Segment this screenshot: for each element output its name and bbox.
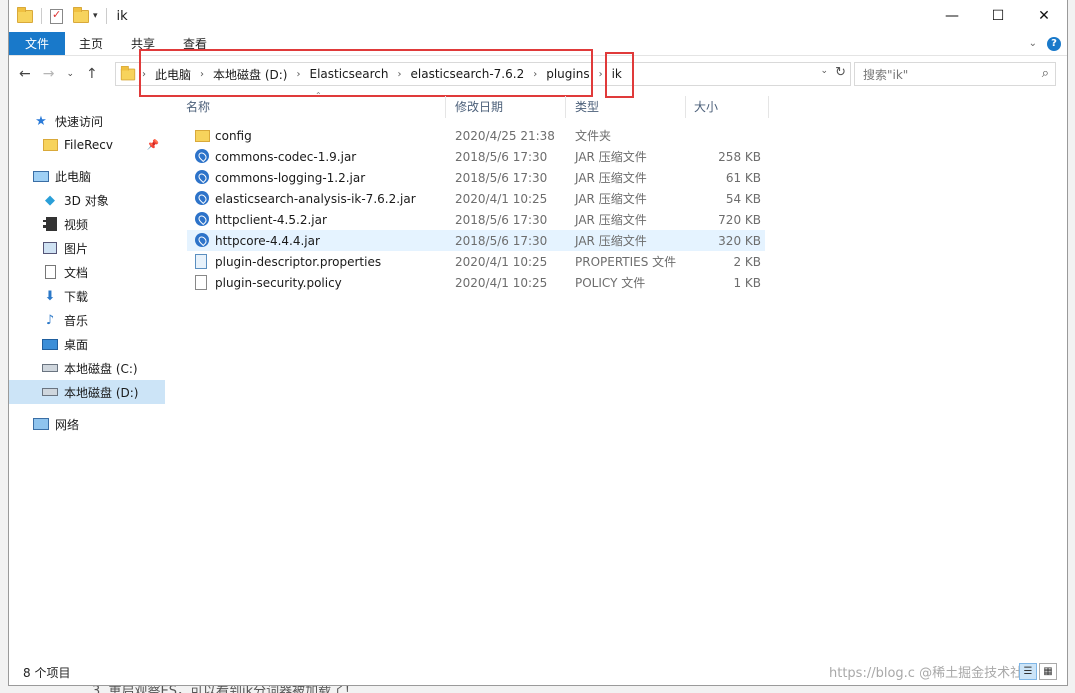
file-row-commons-codec[interactable]: commons-codec-1.9.jar 2018/5/6 17:30 JAR…: [187, 146, 765, 167]
video-icon: [42, 216, 58, 232]
file-row-plugin-descriptor[interactable]: plugin-descriptor.properties 2020/4/1 10…: [187, 251, 765, 272]
nav-item-downloads[interactable]: ⬇ 下载: [9, 284, 165, 308]
folder-icon: [195, 130, 210, 142]
computer-icon: [33, 168, 49, 184]
highlight-box-path: [139, 49, 593, 97]
tab-file[interactable]: 文件: [9, 32, 66, 55]
maximize-button[interactable]: ☐: [975, 0, 1021, 32]
nav-item-this-pc[interactable]: 此电脑: [9, 164, 165, 188]
file-row-elasticsearch-analysis-ik[interactable]: elasticsearch-analysis-ik-7.6.2.jar 2020…: [187, 188, 765, 209]
jar-icon: [195, 212, 209, 226]
refresh-icon[interactable]: ↻: [835, 65, 846, 80]
properties-file-icon: [195, 254, 207, 269]
file-row-httpcore[interactable]: httpcore-4.4.4.jar 2018/5/6 17:30 JAR 压缩…: [187, 230, 765, 251]
file-row-plugin-security[interactable]: plugin-security.policy 2020/4/1 10:25 PO…: [187, 272, 765, 293]
search-input[interactable]: 搜索"ik" ⌕: [854, 62, 1056, 86]
new-folder-icon[interactable]: [73, 6, 89, 23]
tab-home[interactable]: 主页: [65, 32, 117, 55]
close-button[interactable]: ✕: [1021, 0, 1067, 32]
recent-locations-chevron-icon[interactable]: ⌄: [66, 69, 74, 79]
large-icons-view-icon[interactable]: ▦: [1039, 663, 1057, 680]
file-row-httpclient[interactable]: httpclient-4.5.2.jar 2018/5/6 17:30 JAR …: [187, 209, 765, 230]
pictures-icon: [42, 240, 58, 256]
properties-icon[interactable]: [50, 8, 63, 24]
file-row-commons-logging[interactable]: commons-logging-1.2.jar 2018/5/6 17:30 J…: [187, 167, 765, 188]
navigation-pane: ★ 快速访问 FileRecv 📌 此电脑 ◆ 3D 对象 视频 图片 文档 ⬇…: [9, 92, 169, 652]
file-row-config[interactable]: config 2020/4/25 21:38 文件夹: [187, 125, 765, 146]
policy-file-icon: [195, 275, 207, 290]
nav-item-documents[interactable]: 文档: [9, 260, 165, 284]
navigation-buttons: ← → ⌄ ↑: [19, 66, 98, 82]
search-placeholder: 搜索"ik": [863, 67, 909, 82]
folder-icon: [42, 137, 58, 153]
jar-icon: [195, 149, 209, 163]
jar-icon: [195, 191, 209, 205]
jar-icon: [195, 233, 209, 247]
help-icon[interactable]: ?: [1047, 36, 1061, 51]
sort-indicator-icon: ⌃: [315, 91, 322, 100]
quick-access-toolbar: ▾: [17, 6, 111, 24]
nav-item-music[interactable]: ♪ 音乐: [9, 308, 165, 332]
column-header-type[interactable]: 类型: [575, 92, 599, 120]
column-header-size[interactable]: 大小: [694, 92, 718, 120]
nav-item-quick-access[interactable]: ★ 快速访问: [9, 109, 165, 133]
nav-item-3d-objects[interactable]: ◆ 3D 对象: [9, 188, 165, 212]
customize-toolbar-icon[interactable]: ▾: [93, 11, 98, 21]
drive-icon: [42, 360, 58, 376]
nav-item-videos[interactable]: 视频: [9, 212, 165, 236]
folder-icon: [17, 6, 33, 23]
expand-ribbon-icon[interactable]: ⌄: [1029, 38, 1037, 49]
address-dropdown-icon[interactable]: ⌄: [820, 66, 828, 76]
window-title: ik: [116, 8, 128, 24]
file-explorer-window: ▾ ik — ☐ ✕ 文件 主页 共享 查看 ⌄ ? ← → ⌄ ↑ ›: [8, 0, 1068, 686]
nav-item-desktop[interactable]: 桌面: [9, 332, 165, 356]
minimize-button[interactable]: —: [929, 0, 975, 32]
up-arrow-icon[interactable]: ↑: [86, 66, 98, 82]
nav-item-network[interactable]: 网络: [9, 412, 165, 436]
star-icon: ★: [35, 113, 47, 129]
title-bar: ▾ ik — ☐ ✕: [9, 0, 1067, 32]
search-icon[interactable]: ⌕: [1042, 66, 1049, 81]
watermark-text: https://blog.c @稀土掘金技术社区: [829, 666, 1037, 681]
cube-icon: ◆: [45, 192, 55, 208]
nav-item-pictures[interactable]: 图片: [9, 236, 165, 260]
nav-item-drive-d[interactable]: 本地磁盘 (D:): [9, 380, 165, 404]
nav-item-filerecv[interactable]: FileRecv 📌: [9, 133, 165, 157]
forward-arrow-icon[interactable]: →: [43, 66, 55, 82]
download-icon: ⬇: [44, 288, 56, 304]
jar-icon: [195, 170, 209, 184]
nav-item-drive-c[interactable]: 本地磁盘 (C:): [9, 356, 165, 380]
details-view-icon[interactable]: ☰: [1019, 663, 1037, 680]
drive-icon: [42, 384, 58, 400]
item-count: 8 个项目: [23, 665, 71, 680]
documents-icon: [42, 264, 58, 280]
highlight-box-ik: [605, 52, 634, 98]
back-arrow-icon[interactable]: ←: [19, 66, 31, 82]
folder-icon: [120, 65, 136, 80]
column-header-date[interactable]: 修改日期: [455, 92, 503, 120]
desktop-icon: [42, 336, 58, 352]
status-bar: 8 个项目 https://blog.c @稀土掘金技术社区 ☰ ▦: [9, 659, 1067, 685]
column-header-name[interactable]: 名称: [186, 92, 210, 120]
music-icon: ♪: [45, 312, 55, 328]
network-icon: [33, 416, 49, 432]
pin-icon[interactable]: 📌: [147, 140, 159, 151]
